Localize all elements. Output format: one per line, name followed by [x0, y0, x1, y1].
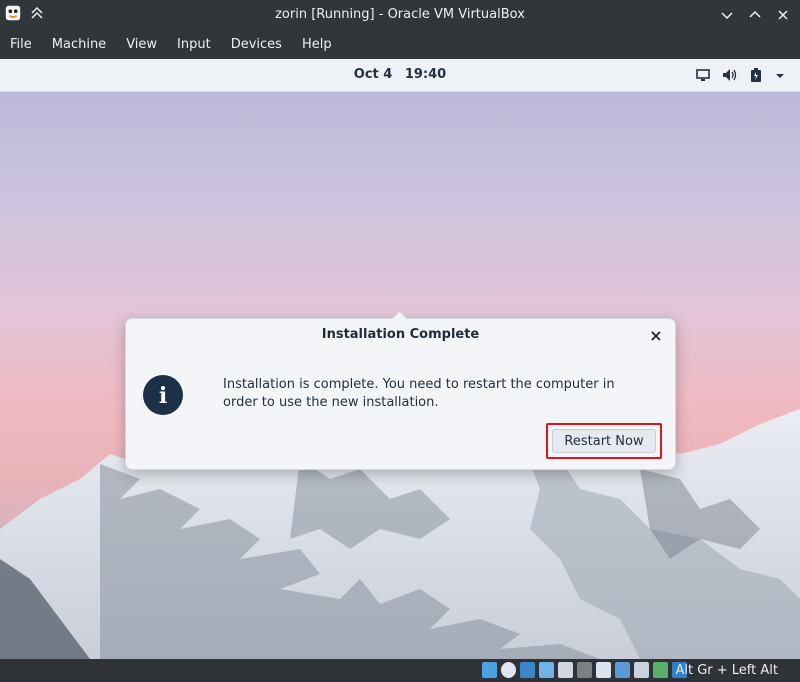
window-title: zorin [Running] - Oracle VM VirtualBox: [275, 7, 525, 22]
installation-complete-dialog: Installation Complete × i Installation i…: [125, 310, 676, 470]
mouse-integration-icon[interactable]: [653, 662, 668, 678]
maximize-icon[interactable]: [746, 6, 764, 24]
hard-disk-icon[interactable]: [482, 662, 497, 678]
menu-help[interactable]: Help: [292, 30, 342, 59]
vm-display[interactable]: Oct 4 19:40 Installation Complete × i In…: [0, 59, 800, 659]
close-window-icon[interactable]: [774, 6, 792, 24]
host-key-label: Alt Gr + Left Alt: [675, 663, 778, 678]
dialog-title: Installation Complete: [321, 327, 480, 342]
menu-devices[interactable]: Devices: [221, 30, 292, 59]
clock-time: 19:40: [404, 67, 447, 82]
menu-input[interactable]: Input: [167, 30, 221, 59]
system-menu-chevron-icon[interactable]: [774, 67, 786, 86]
info-glyph-svg: i: [159, 383, 167, 409]
menubar: File Machine View Input Devices Help: [0, 30, 800, 59]
restart-now-button[interactable]: Restart Now: [552, 429, 656, 453]
guest-topbar: Oct 4 19:40: [0, 59, 800, 92]
clock-date: Oct 4: [353, 67, 393, 82]
window-titlebar: zorin [Running] - Oracle VM VirtualBox: [0, 0, 800, 30]
network-icon[interactable]: [539, 662, 554, 678]
svg-text:i: i: [159, 383, 167, 409]
dialog-message: Installation is complete. You need to re…: [223, 377, 615, 410]
virtualization-icon[interactable]: [634, 662, 649, 678]
optical-drive-icon[interactable]: [501, 662, 516, 678]
clock[interactable]: Oct 4 19:40: [0, 59, 800, 91]
display-icon[interactable]: [696, 67, 710, 86]
video-capture-icon[interactable]: [615, 662, 630, 678]
volume-icon[interactable]: [722, 67, 738, 86]
audio-icon[interactable]: [520, 662, 535, 678]
close-icon[interactable]: ×: [647, 327, 665, 345]
usb-icon[interactable]: [558, 662, 573, 678]
vm-statusbar: Alt Gr + Left Alt: [0, 659, 800, 682]
menu-file[interactable]: File: [0, 30, 42, 59]
display-status-icon[interactable]: [596, 662, 611, 678]
battery-icon[interactable]: [750, 67, 762, 86]
shared-folders-icon[interactable]: [577, 662, 592, 678]
menu-machine[interactable]: Machine: [42, 30, 116, 59]
restart-button-highlight: Restart Now: [546, 423, 662, 459]
minimize-icon[interactable]: [718, 6, 736, 24]
menu-view[interactable]: View: [116, 30, 167, 59]
info-icon: i: [143, 375, 183, 415]
